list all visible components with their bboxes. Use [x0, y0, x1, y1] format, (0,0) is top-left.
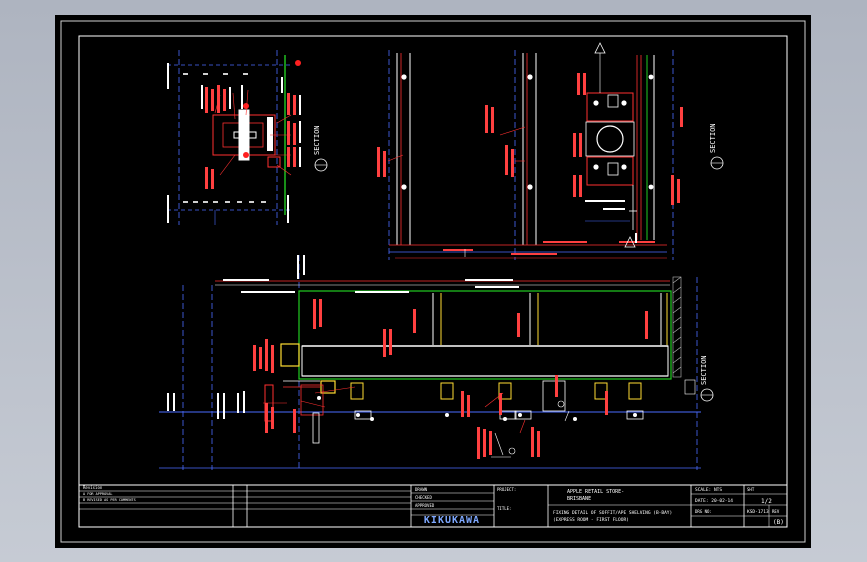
section-marker-a: SECTION: [313, 125, 328, 172]
revision-label: REV: [772, 509, 780, 514]
drawing-sheet: SECTION SECTION SECTION Revision A FOR A…: [55, 15, 811, 548]
section-marker-c: SECTION: [700, 355, 714, 402]
section-marker-b: SECTION: [709, 123, 724, 170]
revision-value: (B): [773, 519, 784, 526]
outer-border: [60, 20, 806, 543]
project-name-line1: APPLE RETAIL STORE-: [567, 489, 624, 495]
drawing-number: KSD-1713: [747, 509, 769, 515]
signature-approved: APPROVED: [415, 503, 435, 508]
title-block: Revision A FOR APPROVAL B REVISED AS PER…: [79, 484, 787, 527]
project-label: PROJECT:: [497, 487, 516, 492]
project-name-line2: BRISBANE: [567, 496, 591, 502]
company-logo: KIKUKAWA: [424, 515, 480, 526]
detail-bottom: [159, 255, 701, 470]
date-label: DATE: 20-02-14: [695, 498, 733, 504]
detail-top-left: [167, 50, 301, 225]
signature-drawn: DRAWN: [415, 487, 428, 492]
revisions-header: Revision: [83, 485, 103, 490]
drawing-canvas: SECTION SECTION SECTION Revision A FOR A…: [60, 20, 806, 543]
cad-viewport[interactable]: SECTION SECTION SECTION Revision A FOR A…: [0, 0, 867, 562]
section-b-label: SECTION: [709, 123, 717, 153]
detail-top-right: [573, 42, 683, 248]
revision-row-a: A FOR APPROVAL: [83, 492, 113, 496]
revision-row-b: B REVISED AS PER COMMENTS: [83, 498, 136, 502]
section-c-label: SECTION: [700, 355, 708, 385]
sheet-number: 1/2: [761, 498, 772, 505]
sheet-label: SHT: [747, 487, 755, 492]
drawing-title-line1: FIXING DETAIL OF SOFFIT/APE SHELVING (B-…: [553, 510, 672, 516]
signature-checked: CHECKED: [415, 495, 432, 500]
drawing-title-line2: (EXPRESS ROOM - FIRST FLOOR): [553, 517, 629, 523]
scale-label: SCALE: NTS: [695, 487, 722, 493]
drawing-number-label: DRG NO:: [695, 509, 712, 514]
detail-top-middle: [377, 50, 674, 260]
title-label: TITLE:: [497, 506, 511, 511]
section-a-label: SECTION: [313, 125, 321, 155]
